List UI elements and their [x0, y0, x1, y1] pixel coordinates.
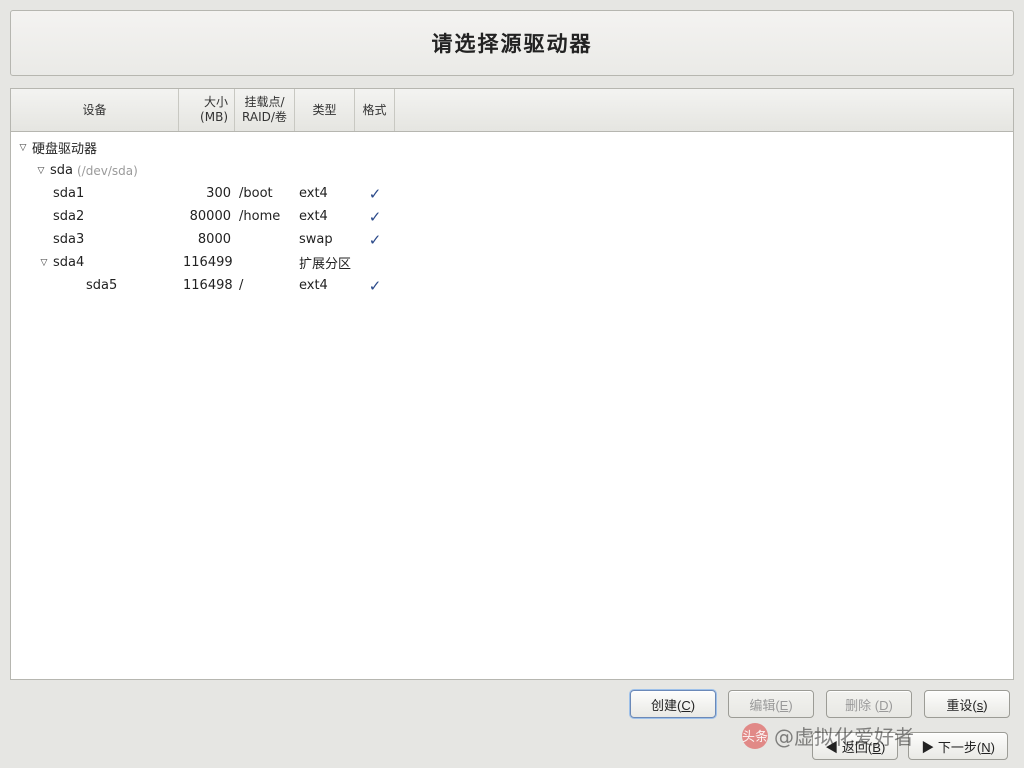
cell-size: 300: [179, 186, 235, 201]
cell-device: ▽sda4: [11, 255, 179, 270]
table-header: 设备 大小 (MB) 挂载点/ RAID/卷 类型 格式: [11, 89, 1013, 132]
wizard-nav: ◀ 返回(B) ▶ 下一步(N): [10, 718, 1014, 760]
col-spacer: [395, 89, 1013, 131]
device-name: sda4: [53, 255, 84, 270]
cell-type: swap: [295, 232, 355, 247]
expander-spacer: [71, 280, 83, 292]
expander-icon[interactable]: ▽: [38, 257, 50, 269]
table-row[interactable]: sda1 300/bootext4 ✓: [11, 182, 1013, 205]
title-panel: 请选择源驱动器: [10, 10, 1014, 76]
cell-type: ext4: [295, 278, 355, 293]
check-icon: ✓: [369, 277, 382, 295]
expander-icon[interactable]: ▽: [17, 142, 29, 154]
col-type[interactable]: 类型: [295, 89, 355, 131]
table-row[interactable]: sda3 8000 swap ✓: [11, 228, 1013, 251]
cell-device: ▽硬盘驱动器: [11, 138, 179, 157]
cell-mount: /: [235, 278, 295, 293]
partition-table: 设备 大小 (MB) 挂载点/ RAID/卷 类型 格式 ▽硬盘驱动器▽sda(…: [10, 88, 1014, 680]
col-device[interactable]: 设备: [11, 89, 179, 131]
create-button[interactable]: 创建(C): [630, 690, 716, 718]
cell-format: ✓: [355, 231, 395, 249]
col-format[interactable]: 格式: [355, 89, 395, 131]
device-name: sda5: [86, 278, 117, 293]
action-buttons: 创建(C) 编辑(E) 删除 (D) 重设(s): [10, 680, 1014, 718]
cell-type: 扩展分区: [295, 253, 355, 272]
reset-button[interactable]: 重设(s): [924, 690, 1010, 718]
expander-spacer: [38, 234, 50, 246]
table-row[interactable]: sda2 80000/homeext4 ✓: [11, 205, 1013, 228]
expander-spacer: [38, 211, 50, 223]
cell-format: ✓: [355, 277, 395, 295]
device-path: (/dev/sda): [77, 164, 138, 178]
edit-button: 编辑(E): [728, 690, 814, 718]
next-button[interactable]: ▶ 下一步(N): [908, 732, 1008, 760]
table-row[interactable]: sda5 116498/ext4 ✓: [11, 274, 1013, 297]
cell-mount: /home: [235, 209, 295, 224]
table-body[interactable]: ▽硬盘驱动器▽sda(/dev/sda)sda1300/bootext4✓sda…: [11, 132, 1013, 679]
device-name: sda: [50, 163, 73, 178]
expander-spacer: [38, 188, 50, 200]
device-name: 硬盘驱动器: [32, 138, 97, 157]
cell-size: 80000: [179, 209, 235, 224]
cell-device: sda5: [11, 278, 179, 293]
cell-device: sda3: [11, 232, 179, 247]
cell-size: 8000: [179, 232, 235, 247]
cell-device: sda2: [11, 209, 179, 224]
device-name: sda2: [53, 209, 84, 224]
table-row[interactable]: ▽sda4116499扩展分区: [11, 251, 1013, 274]
cell-mount: /boot: [235, 186, 295, 201]
cell-size: 116499: [179, 255, 235, 270]
cell-format: ✓: [355, 208, 395, 226]
delete-button: 删除 (D): [826, 690, 912, 718]
cell-size: 116498: [179, 278, 235, 293]
cell-type: ext4: [295, 186, 355, 201]
device-name: sda1: [53, 186, 84, 201]
table-row[interactable]: ▽硬盘驱动器: [11, 136, 1013, 159]
page-title: 请选择源驱动器: [432, 28, 593, 58]
cell-device: sda1: [11, 186, 179, 201]
check-icon: ✓: [369, 231, 382, 249]
cell-type: ext4: [295, 209, 355, 224]
expander-icon[interactable]: ▽: [35, 165, 47, 177]
check-icon: ✓: [369, 185, 382, 203]
back-button[interactable]: ◀ 返回(B): [812, 732, 898, 760]
col-mount[interactable]: 挂载点/ RAID/卷: [235, 89, 295, 131]
device-name: sda3: [53, 232, 84, 247]
cell-device: ▽sda (/dev/sda): [11, 163, 179, 178]
table-row[interactable]: ▽sda (/dev/sda): [11, 159, 1013, 182]
col-size[interactable]: 大小 (MB): [179, 89, 235, 131]
cell-format: ✓: [355, 185, 395, 203]
check-icon: ✓: [369, 208, 382, 226]
